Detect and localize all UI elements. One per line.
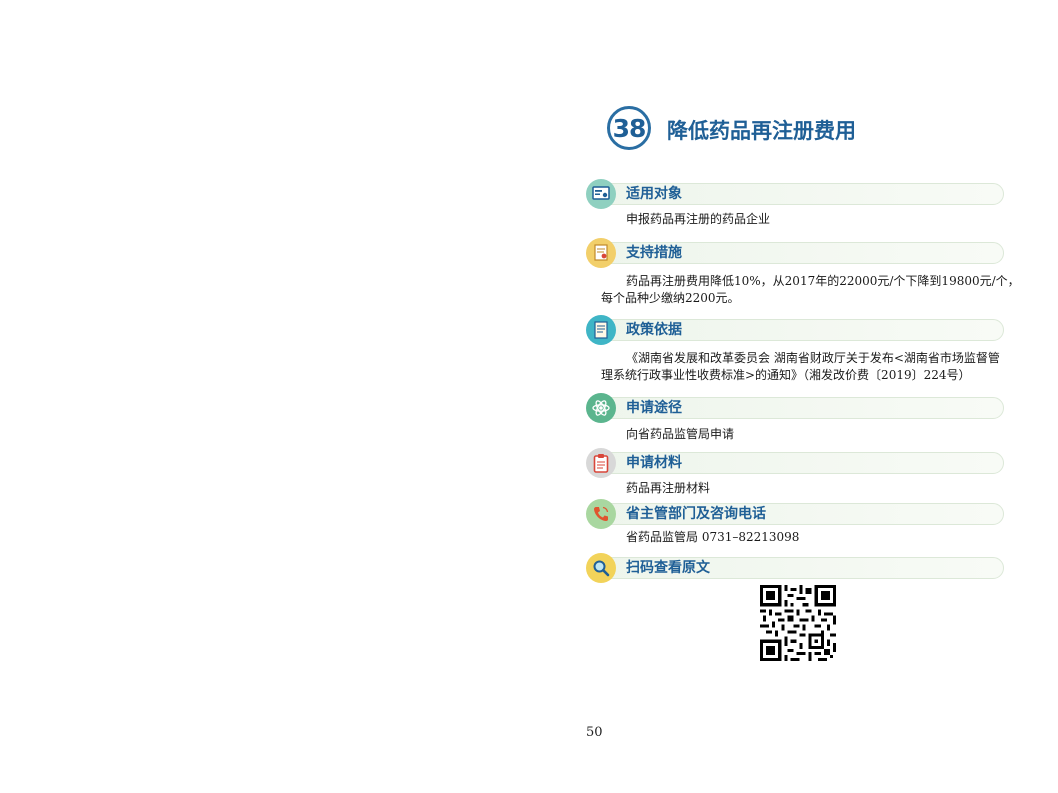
page-title: 降低药品再注册费用 <box>667 118 856 143</box>
section-title-channel: 申请途径 <box>626 400 682 416</box>
magnifier-icon <box>586 553 616 583</box>
section-body-measures-line2: 每个品种少缴纳2200元。 <box>601 291 740 305</box>
section-body-basis-line2: 理系统行政事业性收费标准>的通知》（湘发改价费〔2019〕224号） <box>601 368 971 382</box>
section-title-scan: 扫码查看原文 <box>626 560 710 576</box>
section-title-basis: 政策依据 <box>626 322 682 338</box>
phone-icon <box>586 499 616 529</box>
clipboard-icon <box>586 448 616 478</box>
section-body-basis-line1: 《湖南省发展和改革委员会 湖南省财政厅关于发布<湖南省市场监督管 <box>626 351 1000 365</box>
qr-code[interactable] <box>760 585 836 661</box>
section-number-badge: 38 <box>607 106 651 150</box>
id-card-icon <box>586 179 616 209</box>
section-body-measures-line1: 药品再注册费用降低10%，从2017年的22000元/个下降到19800元/个， <box>626 274 1020 288</box>
section-body-target: 申报药品再注册的药品企业 <box>626 212 771 226</box>
certificate-icon <box>586 238 616 268</box>
section-title-measures: 支持措施 <box>626 245 682 261</box>
section-body-materials: 药品再注册材料 <box>626 481 711 495</box>
section-body-channel: 向省药品监管局申请 <box>626 427 735 441</box>
section-title-contact: 省主管部门及咨询电话 <box>626 506 766 522</box>
section-body-contact: 省药品监管局 0731–82213098 <box>626 530 800 544</box>
page-number: 50 <box>586 725 603 740</box>
section-title-target: 适用对象 <box>626 186 682 202</box>
atom-icon <box>586 393 616 423</box>
document-icon <box>586 315 616 345</box>
section-title-materials: 申请材料 <box>626 455 682 471</box>
